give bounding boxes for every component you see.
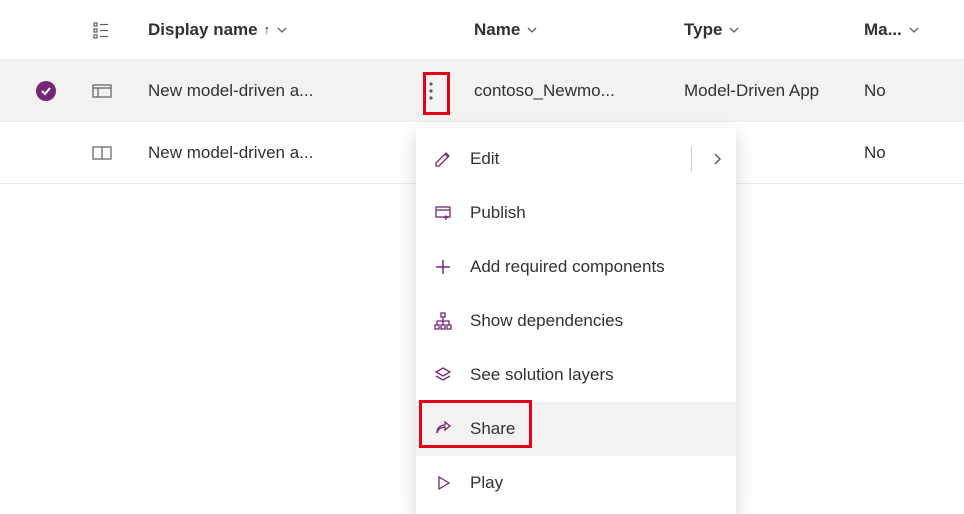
row-type: Model-Driven App <box>684 81 864 101</box>
column-header-label: Name <box>474 20 520 40</box>
menu-item-label: Show dependencies <box>470 311 623 331</box>
share-icon <box>432 418 454 440</box>
row-selection-check[interactable] <box>0 81 92 101</box>
column-header-label: Ma... <box>864 20 902 40</box>
chevron-down-icon <box>276 24 288 36</box>
menu-item-label: Play <box>470 473 503 493</box>
selected-checkmark-icon <box>36 81 56 101</box>
menu-item-see-layers[interactable]: See solution layers <box>416 348 736 402</box>
menu-item-label: Share <box>470 419 515 439</box>
menu-item-edit[interactable]: Edit <box>416 132 736 186</box>
table-row[interactable]: New model-driven a... contoso_Newmo... M… <box>0 60 964 122</box>
hierarchy-icon <box>432 310 454 332</box>
row-managed: No <box>864 143 944 163</box>
menu-item-label: Add required components <box>470 257 665 277</box>
more-actions-button[interactable] <box>418 73 444 109</box>
row-display-name: New model-driven a... <box>148 81 418 101</box>
sort-ascending-icon: ↑ <box>264 22 271 37</box>
menu-item-label: See solution layers <box>470 365 614 385</box>
list-settings-icon <box>92 21 110 39</box>
menu-item-add-components[interactable]: Add required components <box>416 240 736 294</box>
plus-icon <box>432 256 454 278</box>
menu-item-label: Edit <box>470 149 499 169</box>
menu-item-play[interactable]: Play <box>416 456 736 510</box>
column-header-managed[interactable]: Ma... <box>864 20 944 40</box>
menu-item-label: Publish <box>470 203 526 223</box>
header-type-icon[interactable] <box>92 21 148 39</box>
column-header-label: Display name <box>148 20 258 40</box>
column-header-display-name[interactable]: Display name ↑ <box>148 20 418 40</box>
menu-item-show-dependencies[interactable]: Show dependencies <box>416 294 736 348</box>
column-header-label: Type <box>684 20 722 40</box>
row-display-name: New model-driven a... <box>148 143 418 163</box>
column-header-name[interactable]: Name <box>474 20 684 40</box>
publish-icon <box>432 202 454 224</box>
chevron-down-icon <box>526 24 538 36</box>
chevron-right-icon[interactable] <box>712 152 722 166</box>
row-type-icon-cell <box>92 84 148 98</box>
menu-separator <box>691 146 692 172</box>
chevron-down-icon <box>908 24 920 36</box>
row-managed: No <box>864 81 944 101</box>
layers-icon <box>432 364 454 386</box>
form-icon <box>92 84 112 98</box>
chevron-down-icon <box>728 24 740 36</box>
row-context-menu: Edit Publish Add required components Sho… <box>416 128 736 514</box>
vertical-ellipsis-icon <box>429 82 433 100</box>
canvas-icon <box>92 146 112 160</box>
play-icon <box>432 472 454 494</box>
pencil-icon <box>432 148 454 170</box>
row-name: contoso_Newmo... <box>474 81 684 101</box>
table-header-row: Display name ↑ Name Type Ma... <box>0 0 964 60</box>
menu-item-share[interactable]: Share <box>416 402 736 456</box>
row-type-icon-cell <box>92 146 148 160</box>
column-header-type[interactable]: Type <box>684 20 864 40</box>
menu-item-publish[interactable]: Publish <box>416 186 736 240</box>
